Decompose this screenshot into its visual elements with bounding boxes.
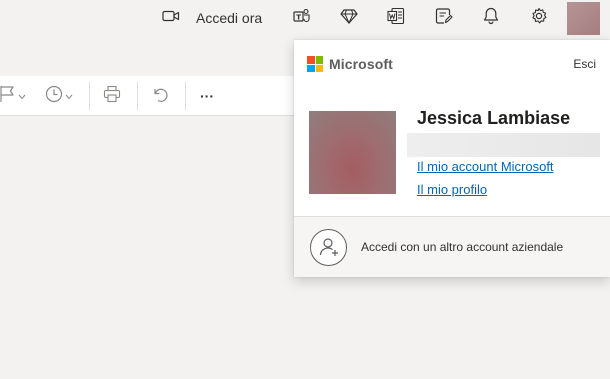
teams-button[interactable]: T xyxy=(287,0,317,36)
teams-icon: T xyxy=(293,8,311,29)
microsoft-logo: Microsoft xyxy=(307,56,393,72)
flag-icon xyxy=(0,85,16,108)
gear-icon xyxy=(530,7,548,30)
chevron-down-icon xyxy=(18,87,26,105)
settings-button[interactable] xyxy=(524,0,554,36)
more-options-button[interactable]: ··· xyxy=(200,84,214,108)
my-microsoft-account-link[interactable]: Il mio account Microsoft xyxy=(417,159,554,174)
microsoft-brand-text: Microsoft xyxy=(329,56,393,72)
account-avatar-button[interactable] xyxy=(567,2,600,35)
snooze-button[interactable] xyxy=(45,84,73,108)
more-icon: ··· xyxy=(200,88,214,104)
sign-in-other-account-button[interactable]: Accedi con un altro account aziendale xyxy=(294,217,610,277)
undo-icon xyxy=(151,85,169,108)
video-camera-icon xyxy=(162,9,180,28)
meet-now-label: Accedi ora xyxy=(196,10,263,26)
email-redacted xyxy=(407,133,600,157)
meet-now-button[interactable]: Accedi ora xyxy=(162,0,262,36)
notifications-button[interactable] xyxy=(476,0,506,36)
premium-diamond-icon xyxy=(340,8,358,29)
account-manager-popup: Microsoft Esci Jessica Lambiase Il mio a… xyxy=(294,40,610,277)
profile-photo xyxy=(309,111,396,194)
add-account-label: Accedi con un altro account aziendale xyxy=(361,240,564,254)
svg-text:T: T xyxy=(296,13,301,21)
top-header-bar: Accedi ora T xyxy=(0,0,610,38)
toolbar-divider xyxy=(137,82,138,110)
bell-icon xyxy=(483,7,499,30)
toolbar-divider xyxy=(185,82,186,110)
notes-button[interactable] xyxy=(429,0,459,36)
user-name: Jessica Lambiase xyxy=(417,108,571,128)
print-button[interactable] xyxy=(103,84,121,108)
print-icon xyxy=(103,85,121,108)
undo-button[interactable] xyxy=(151,84,169,108)
chevron-down-icon xyxy=(65,87,73,105)
word-app-button[interactable] xyxy=(381,0,411,36)
toolbar-divider xyxy=(89,82,90,110)
add-person-icon xyxy=(310,228,347,266)
command-toolbar: ··· xyxy=(0,76,300,116)
flag-button[interactable] xyxy=(0,84,26,108)
my-profile-link[interactable]: Il mio profilo xyxy=(417,182,487,197)
clock-icon xyxy=(45,85,63,108)
notes-icon xyxy=(435,7,453,30)
premium-button[interactable] xyxy=(334,0,364,36)
microsoft-logo-icon xyxy=(307,56,323,72)
sign-out-button[interactable]: Esci xyxy=(573,57,596,71)
office-word-icon xyxy=(387,7,405,30)
